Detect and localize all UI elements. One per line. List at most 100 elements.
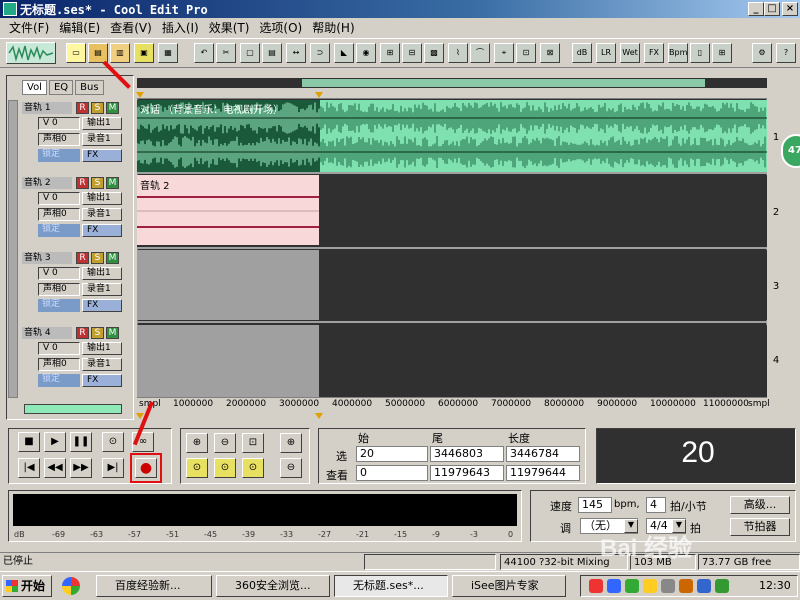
hybrid-tool-icon[interactable]: ⊠ — [540, 43, 560, 63]
track-name[interactable]: 音轨 2 — [22, 177, 72, 189]
output-button[interactable]: 输出1 — [82, 117, 122, 130]
record-input-button[interactable]: 录音1 — [82, 358, 122, 371]
lock-button[interactable]: 锁定 — [38, 224, 80, 237]
tray-icon-7[interactable] — [697, 579, 711, 593]
zoom-out-vertical-icon[interactable]: ⊖ — [280, 458, 302, 478]
play-icon[interactable]: ▶ — [44, 432, 66, 452]
go-to-start-icon[interactable]: |◀ — [18, 458, 40, 478]
record-input-button[interactable]: 录音1 — [82, 283, 122, 296]
pan-icon[interactable]: LR — [596, 43, 616, 63]
fx-button[interactable]: FX — [82, 224, 122, 237]
scrub-icon[interactable]: ⌒ — [470, 43, 490, 63]
record-arm-button[interactable]: R — [76, 177, 89, 189]
solo-button[interactable]: S — [91, 102, 104, 114]
menu-edit[interactable]: 编辑(E) — [54, 19, 105, 36]
undo-icon[interactable]: ↶ — [194, 43, 214, 63]
pan-control[interactable]: 声相0 — [38, 283, 80, 296]
paste-icon[interactable]: ▤ — [262, 43, 282, 63]
output-button[interactable]: 输出1 — [82, 192, 122, 205]
volume-control[interactable]: V 0 — [38, 342, 80, 355]
record-icon[interactable]: ● — [135, 458, 157, 478]
track-lane-2[interactable]: 音轨 2 — [137, 175, 767, 247]
fast-forward-icon[interactable]: ▶▶ — [70, 458, 92, 478]
mix-paste-icon[interactable]: ↔ — [286, 43, 306, 63]
selection-length-field[interactable]: 3446784 — [506, 446, 580, 462]
overview-visible-range[interactable] — [302, 79, 705, 87]
end-marker-bottom[interactable] — [315, 413, 323, 419]
save-icon[interactable]: ▣ — [134, 43, 154, 63]
tray-icon-1[interactable] — [589, 579, 603, 593]
menu-options[interactable]: 选项(O) — [254, 19, 307, 36]
record-input-button[interactable]: 录音1 — [82, 133, 122, 146]
group-icon[interactable]: ▩ — [424, 43, 444, 63]
task-baidu[interactable]: 百度经验新... — [96, 575, 212, 597]
select-tool-icon[interactable]: ⌖ — [494, 43, 514, 63]
pan-control[interactable]: 声相0 — [38, 208, 80, 221]
record-arm-button[interactable]: R — [76, 327, 89, 339]
pan-control[interactable]: 声相0 — [38, 358, 80, 371]
zoom-selection-icon[interactable]: ⊙ — [186, 458, 208, 478]
go-to-end-icon[interactable]: ▶| — [102, 458, 124, 478]
overview-bar[interactable] — [137, 78, 767, 88]
view-length-field[interactable]: 11979644 — [506, 465, 580, 481]
tray-icon-5[interactable] — [661, 579, 675, 593]
track-lane-3[interactable] — [137, 250, 767, 320]
quick-launch-icon[interactable] — [62, 577, 80, 595]
time-tool-icon[interactable]: ⊡ — [516, 43, 536, 63]
rewind-icon[interactable]: ◀◀ — [44, 458, 66, 478]
beats-field[interactable]: 4 — [646, 497, 666, 513]
selection-start-field[interactable]: 20 — [356, 446, 428, 462]
fx-button[interactable]: FX — [82, 299, 122, 312]
new-file-icon[interactable]: ▭ — [66, 43, 86, 63]
mute-button[interactable]: M — [106, 252, 119, 264]
advanced-button[interactable]: 高级... — [730, 496, 790, 514]
output-button[interactable]: 输出1 — [82, 342, 122, 355]
sync-icon[interactable]: ▯ — [690, 43, 710, 63]
bpm-icon[interactable]: Bpm — [668, 43, 688, 63]
lock-button[interactable]: 锁定 — [38, 149, 80, 162]
panel-scrollbar[interactable] — [8, 100, 18, 398]
volume-control[interactable]: V 0 — [38, 117, 80, 130]
record-arm-button[interactable]: R — [76, 102, 89, 114]
loop-icon[interactable]: ◉ — [356, 43, 376, 63]
save-all-icon[interactable]: ▦ — [158, 43, 178, 63]
lock-button[interactable]: 锁定 — [38, 299, 80, 312]
minimize-button[interactable]: _ — [748, 2, 764, 16]
pause-icon[interactable]: ❚❚ — [70, 432, 92, 452]
tray-icon-6[interactable] — [679, 579, 693, 593]
zoom-right-icon[interactable]: ⊙ — [242, 458, 264, 478]
track-name[interactable]: 音轨 3 — [22, 252, 72, 264]
close-button[interactable]: × — [782, 2, 798, 16]
fx-icon[interactable]: FX — [644, 43, 664, 63]
menu-effects[interactable]: 效果(T) — [204, 19, 255, 36]
record-input-button[interactable]: 录音1 — [82, 208, 122, 221]
help-icon[interactable]: ? — [776, 43, 796, 63]
solo-button[interactable]: S — [91, 252, 104, 264]
metronome-button[interactable]: 节拍器 — [730, 518, 790, 536]
trim-icon[interactable]: ⊃ — [310, 43, 330, 63]
fx-button[interactable]: FX — [82, 374, 122, 387]
stop-icon[interactable]: ■ — [18, 432, 40, 452]
envelope-icon[interactable]: ◣ — [334, 43, 354, 63]
menu-help[interactable]: 帮助(H) — [307, 19, 359, 36]
track-lane-4[interactable] — [137, 325, 767, 397]
task-isee[interactable]: iSee图片专家 — [452, 575, 566, 597]
output-button[interactable]: 输出1 — [82, 267, 122, 280]
copy-icon[interactable]: ▢ — [240, 43, 260, 63]
start-button[interactable]: 开始 — [2, 575, 52, 597]
side-badge[interactable]: 47 — [781, 134, 800, 168]
track-name[interactable]: 音轨 4 — [22, 327, 72, 339]
menu-insert[interactable]: 插入(I) — [157, 19, 204, 36]
tray-icon-3[interactable] — [625, 579, 639, 593]
speed-field[interactable]: 145 — [578, 497, 612, 513]
track-lane-1[interactable]: 对话 （背景音乐：电视剧开场） — [137, 100, 767, 172]
tab-bus[interactable]: Bus — [75, 80, 104, 95]
waveform-view-toggle-icon[interactable] — [6, 42, 56, 64]
selection-end-field[interactable]: 3446803 — [430, 446, 504, 462]
record-arm-button[interactable]: R — [76, 252, 89, 264]
fx-button[interactable]: FX — [82, 149, 122, 162]
spectral-icon[interactable]: ⌇ — [448, 43, 468, 63]
zoom-left-icon[interactable]: ⊙ — [214, 458, 236, 478]
zoom-full-icon[interactable]: ⊡ — [242, 433, 264, 453]
tab-vol[interactable]: Vol — [22, 80, 47, 95]
